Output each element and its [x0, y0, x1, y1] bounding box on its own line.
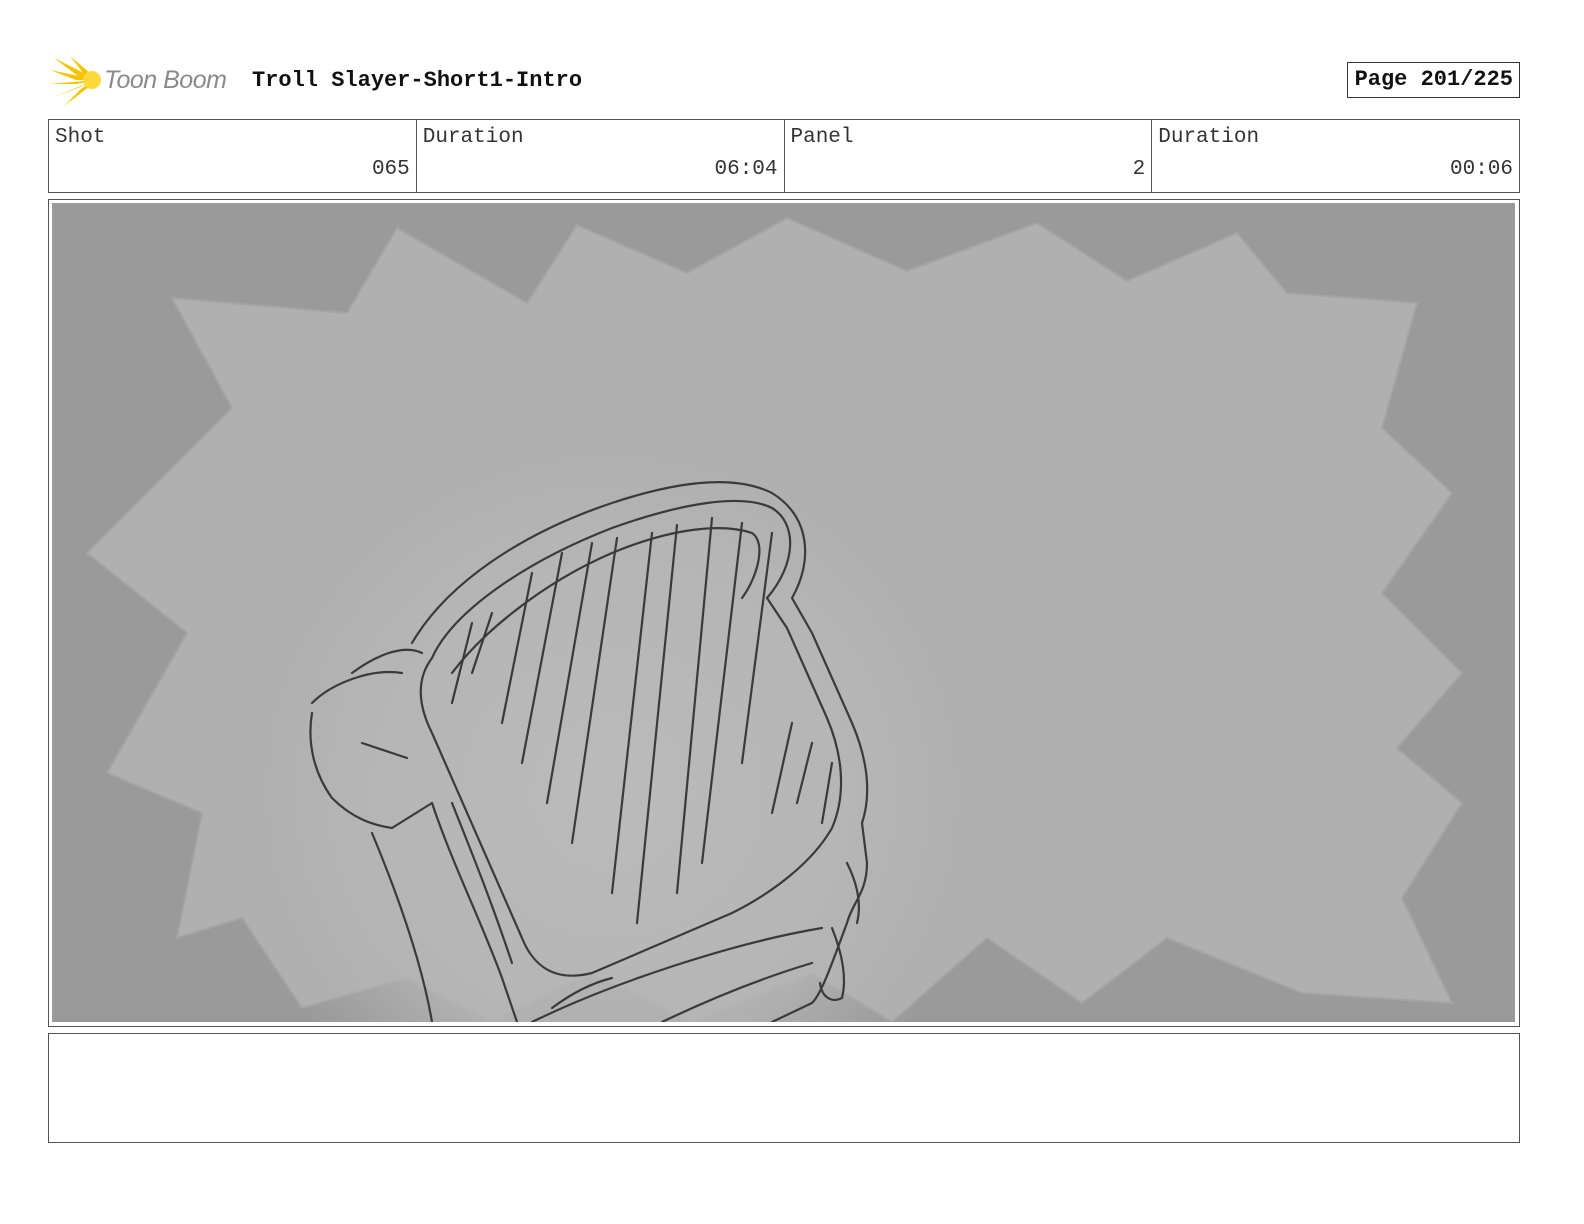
shot-value: 065	[371, 158, 410, 181]
toon-boom-logo: Toon Boom	[48, 54, 244, 108]
shot-label: Shot	[55, 126, 106, 149]
starburst-logo-icon	[48, 56, 101, 106]
shot-duration-value: 06:04	[714, 158, 778, 181]
storyboard-panel-image	[52, 203, 1515, 1022]
shot-info-table: Shot 065 Duration 06:04 Panel 2 Duration…	[48, 119, 1520, 193]
panel-value: 2	[1132, 158, 1146, 181]
panel-duration-label: Duration	[1158, 126, 1260, 149]
page-header: Toon Boom Troll Slayer-Short1-Intro Page…	[48, 54, 1520, 108]
panel-sketch	[52, 203, 1515, 1022]
logo-text: Toon Boom	[104, 66, 227, 94]
shot-cell: Shot 065	[49, 120, 417, 192]
page-number-box: Page 201/225	[1346, 62, 1520, 98]
panel-notes-box	[48, 1033, 1520, 1143]
panel-duration-value: 00:06	[1449, 158, 1513, 181]
page-number: Page 201/225	[1354, 67, 1513, 92]
panel-duration-cell: Duration 00:06	[1152, 120, 1519, 192]
panel-cell: Panel 2	[785, 120, 1153, 192]
project-title: Troll Slayer-Short1-Intro	[252, 68, 583, 93]
shot-duration-cell: Duration 06:04	[417, 120, 785, 192]
storyboard-panel-frame	[48, 199, 1520, 1027]
panel-label: Panel	[790, 126, 854, 149]
shot-duration-label: Duration	[422, 126, 524, 149]
